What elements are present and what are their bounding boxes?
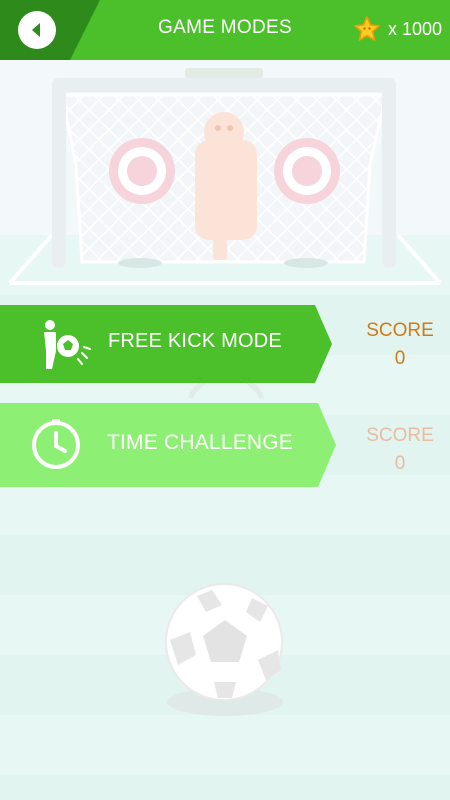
- time-challenge-score-label: SCORE: [366, 425, 434, 446]
- time-challenge-mode-button[interactable]: TIME CHALLENGE: [0, 403, 336, 487]
- target-left-icon: [109, 138, 175, 204]
- time-challenge-score-value: 0: [394, 453, 406, 474]
- time-challenge-mode-label: TIME CHALLENGE: [107, 431, 294, 454]
- star-coin-icon: [354, 16, 380, 41]
- stopwatch-icon: [32, 419, 80, 469]
- scene-illustration: [8, 68, 442, 716]
- player-kicking-icon: [44, 320, 91, 369]
- target-right-icon: [274, 138, 340, 204]
- free-kick-score-label: SCORE: [366, 320, 434, 341]
- soccer-ball-icon: [165, 583, 283, 716]
- time-challenge-score: SCORE 0: [355, 425, 445, 475]
- free-kick-score-value: 0: [394, 348, 406, 369]
- free-kick-mode-button[interactable]: FREE KICK MODE: [0, 305, 332, 383]
- free-kick-score: SCORE 0: [355, 320, 445, 370]
- free-kick-mode-label: FREE KICK MODE: [108, 330, 282, 352]
- coin-counter: x 1000: [354, 16, 442, 42]
- coin-count: x 1000: [387, 18, 442, 39]
- header-bar: GAME MODES x 1000: [0, 0, 450, 60]
